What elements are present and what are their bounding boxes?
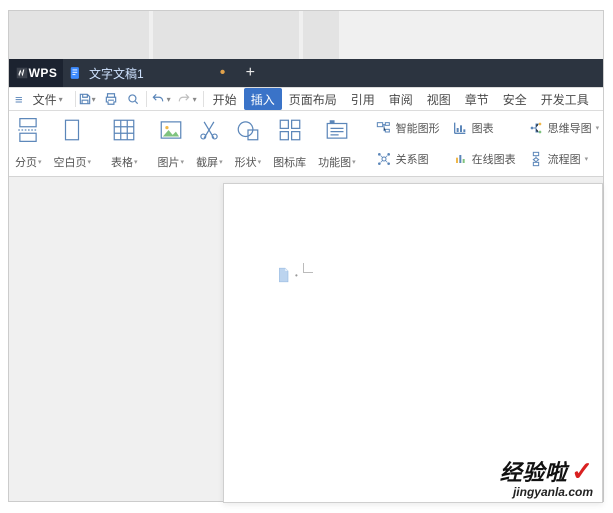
flowchart-button[interactable]: 流程图▾: [528, 151, 600, 167]
unsaved-dot-icon: •: [220, 64, 226, 82]
plus-icon: +: [246, 64, 255, 82]
blankpage-icon: [59, 117, 85, 143]
picture-icon: [158, 117, 184, 143]
file-label: 文件: [33, 91, 57, 108]
iconlib-button[interactable]: 图标库: [267, 115, 312, 172]
relation-icon: [376, 151, 392, 167]
blankpage-button[interactable]: 空白页▾: [48, 115, 98, 172]
cursor-glyph: •: [277, 267, 298, 283]
pagebreak-button[interactable]: 分页▾: [9, 115, 48, 172]
tab-review[interactable]: 审阅: [382, 88, 420, 110]
tab-row: WPS 文字文稿1 • +: [9, 59, 603, 87]
document-icon: [69, 66, 83, 80]
tab-pagelayout[interactable]: 页面布局: [282, 88, 344, 110]
tab-security[interactable]: 安全: [496, 88, 534, 110]
table-button[interactable]: 表格▾: [105, 115, 144, 172]
chevron-down-icon: ▾: [193, 95, 201, 104]
pagebreak-icon: [15, 117, 41, 143]
flowchart-icon: [528, 151, 544, 167]
mindmap-icon: [528, 120, 544, 136]
ribbon: 分页▾ 空白页▾ 表格▾ 图片▾ 截屏▾: [9, 111, 603, 177]
chevron-down-icon: ▾: [59, 95, 67, 104]
ribbon-stack-1: 智能图形 关系图: [370, 111, 446, 176]
smartart-button[interactable]: 智能图形: [376, 120, 440, 136]
chevron-down-icon: ▾: [167, 95, 175, 104]
shapes-icon: [235, 117, 261, 143]
tab-sections[interactable]: 章节: [458, 88, 496, 110]
check-icon: ✓: [571, 456, 593, 487]
app-window: WPS 文字文稿1 • + ≡ 文件 ▾ ▾ ▾ ▾ 开始 插入 页面布局 引用…: [8, 10, 604, 502]
funcimg-button[interactable]: 功能图▾: [312, 115, 362, 172]
doc-glyph-icon: [277, 267, 291, 283]
titlebar: [9, 11, 603, 59]
tab-insert[interactable]: 插入: [244, 88, 282, 110]
onlinechart-icon: [452, 151, 468, 167]
watermark: 经验啦 ✓ jingyanla.com: [500, 455, 593, 499]
mindmap-button[interactable]: 思维导图▾: [528, 120, 600, 136]
redo-icon[interactable]: [177, 92, 191, 106]
titlebar-block: [9, 11, 149, 59]
menu-bar: ≡ 文件 ▾ ▾ ▾ ▾ 开始 插入 页面布局 引用 审阅 视图 章节 安全 开…: [9, 87, 603, 111]
screenshot-icon: [196, 117, 222, 143]
wps-button[interactable]: WPS: [9, 59, 63, 87]
preview-icon[interactable]: [126, 92, 140, 106]
wps-icon: [15, 66, 29, 80]
new-tab-button[interactable]: +: [235, 59, 265, 87]
iconlib-icon: [277, 117, 303, 143]
tab-view[interactable]: 视图: [420, 88, 458, 110]
tab-reference[interactable]: 引用: [344, 88, 382, 110]
menu-icon[interactable]: ≡: [11, 92, 27, 107]
onlinechart-button[interactable]: 在线图表: [452, 151, 516, 167]
tab-devtools[interactable]: 开发工具: [534, 88, 596, 110]
picture-button[interactable]: 图片▾: [152, 115, 191, 172]
watermark-sub: jingyanla.com: [500, 485, 593, 499]
tiny-marker: •: [295, 271, 298, 280]
ribbon-stack-2: 图表 在线图表: [446, 111, 522, 176]
chevron-down-icon: ▾: [92, 95, 100, 104]
funcimg-icon: [324, 117, 350, 143]
chart-icon: [452, 120, 468, 136]
document-tab[interactable]: 文字文稿1 •: [63, 59, 235, 87]
print-icon[interactable]: [104, 92, 118, 106]
table-icon: [111, 117, 137, 143]
screenshot-button[interactable]: 截屏▾: [190, 115, 229, 172]
titlebar-block: [153, 11, 299, 59]
undo-icon[interactable]: [151, 92, 165, 106]
watermark-text: 经验啦: [500, 455, 568, 487]
tab-start[interactable]: 开始: [206, 88, 244, 110]
shapes-button[interactable]: 形状▾: [229, 115, 268, 172]
save-icon[interactable]: [78, 92, 92, 106]
chart-button[interactable]: 图表: [452, 120, 516, 136]
file-menu[interactable]: 文件 ▾: [27, 91, 73, 108]
document-tab-label: 文字文稿1: [89, 65, 144, 82]
titlebar-block: [303, 11, 339, 59]
margin-corner-icon: [303, 257, 319, 273]
relation-button[interactable]: 关系图: [376, 151, 440, 167]
smartart-icon: [376, 120, 392, 136]
ribbon-stack-3: 思维导图▾ 流程图▾: [522, 111, 603, 176]
wps-label: WPS: [29, 66, 58, 80]
